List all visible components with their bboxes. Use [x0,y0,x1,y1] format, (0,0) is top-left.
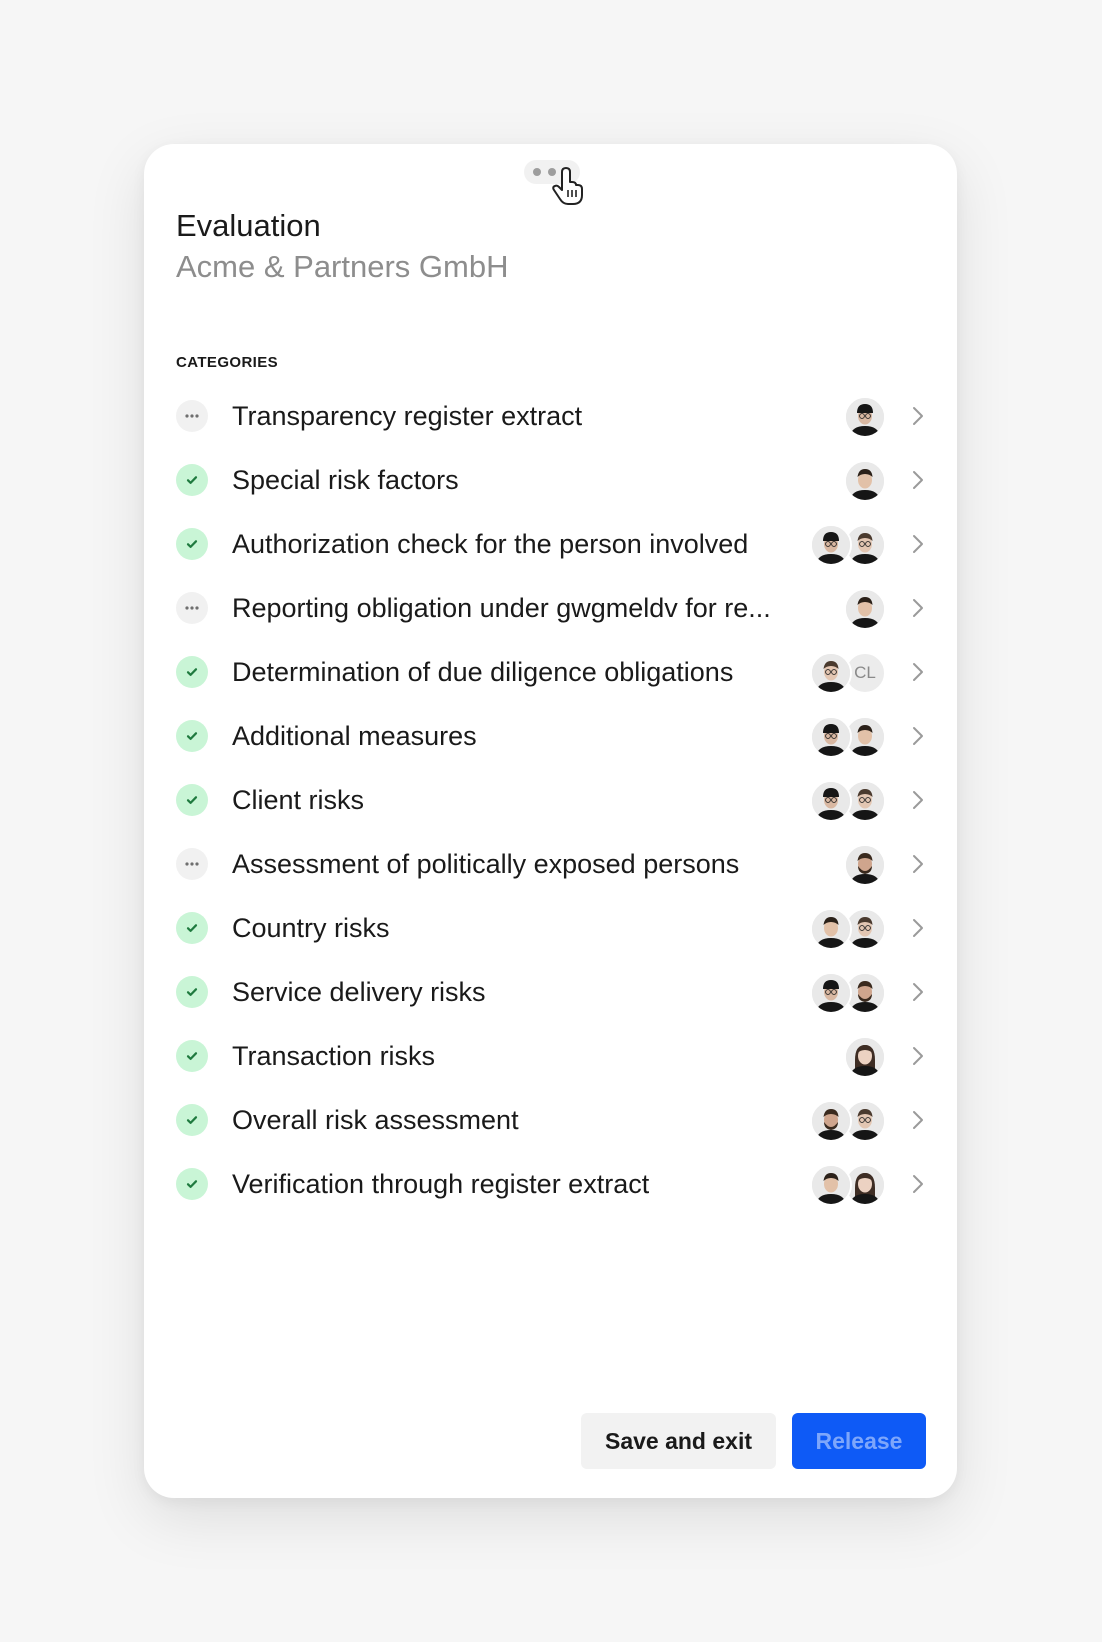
avatar [844,460,886,502]
assignee-avatars: CL [810,652,886,694]
save-and-exit-button[interactable]: Save and exit [581,1413,776,1469]
chevron-right-icon[interactable] [906,1108,930,1132]
category-label: Client risks [232,785,365,815]
category-row[interactable]: Transparency register extract [176,384,934,448]
assignee-avatars [810,1100,886,1142]
chevron-right-icon[interactable] [906,468,930,492]
avatar [844,396,886,438]
category-row[interactable]: Determination of due diligence obligatio… [176,640,934,704]
avatar [810,780,852,822]
category-row[interactable]: Verification through register extract [176,1152,934,1216]
chevron-right-icon[interactable] [906,660,930,684]
category-row[interactable]: Reporting obligation under gwgmeldv for … [176,576,934,640]
check-icon [176,976,208,1008]
category-list: Transparency register extract Special ris… [176,384,934,1216]
check-icon [176,1040,208,1072]
chevron-right-icon[interactable] [906,1172,930,1196]
ellipsis-icon [176,848,208,880]
category-label: Determination of due diligence obligatio… [232,657,734,687]
chevron-right-icon[interactable] [906,1044,930,1068]
avatar [844,588,886,630]
avatar [810,652,852,694]
page-title: Evaluation [176,208,321,243]
ellipsis-icon [176,400,208,432]
avatar [844,844,886,886]
check-icon [176,1168,208,1200]
assignee-avatars [844,460,886,502]
category-label: Transparency register extract [232,401,583,431]
category-label: Service delivery risks [232,977,486,1007]
chevron-right-icon[interactable] [906,788,930,812]
category-label: Authorization check for the person invol… [232,529,749,559]
category-row[interactable]: Country risks [176,896,934,960]
chevron-right-icon[interactable] [906,532,930,556]
avatar [844,1036,886,1078]
chevron-right-icon[interactable] [906,916,930,940]
assignee-avatars [810,780,886,822]
check-icon [176,720,208,752]
category-row[interactable]: Transaction risks [176,1024,934,1088]
chevron-right-icon[interactable] [906,404,930,428]
assignee-avatars [844,396,886,438]
category-label: Reporting obligation under gwgmeldv for … [232,593,771,623]
release-button[interactable]: Release [792,1413,926,1469]
chevron-right-icon[interactable] [906,980,930,1004]
avatar [810,1100,852,1142]
assignee-avatars [810,1164,886,1206]
category-label: Additional measures [232,721,477,751]
assignee-avatars [844,1036,886,1078]
category-row[interactable]: Overall risk assessment [176,1088,934,1152]
assignee-avatars [810,908,886,950]
avatar [810,1164,852,1206]
assignee-avatars [844,588,886,630]
check-icon [176,912,208,944]
category-label: Assessment of politically exposed person… [232,849,740,879]
category-label: Special risk factors [232,465,459,495]
chevron-right-icon[interactable] [906,852,930,876]
assignee-avatars [844,844,886,886]
check-icon [176,656,208,688]
ellipsis-icon [176,592,208,624]
check-icon [176,528,208,560]
category-row[interactable]: Special risk factors [176,448,934,512]
category-label: Verification through register extract [232,1169,650,1199]
chevron-right-icon[interactable] [906,724,930,748]
avatar [810,716,852,758]
hand-cursor-icon [552,167,583,205]
page-subtitle: Acme & Partners GmbH [176,249,509,284]
avatar [810,524,852,566]
category-label: Country risks [232,913,390,943]
category-row[interactable]: Service delivery risks [176,960,934,1024]
evaluation-panel: Evaluation Acme & Partners GmbH CATEGORI… [144,144,957,1498]
avatar [810,972,852,1014]
check-icon [176,784,208,816]
avatar [810,908,852,950]
category-row[interactable]: Authorization check for the person invol… [176,512,934,576]
category-row[interactable]: Additional measures [176,704,934,768]
assignee-avatars [810,524,886,566]
assignee-avatars [810,972,886,1014]
category-row[interactable]: Client risks [176,768,934,832]
category-label: Transaction risks [232,1041,436,1071]
categories-heading: CATEGORIES [176,354,279,371]
assignee-avatars [810,716,886,758]
category-label: Overall risk assessment [232,1105,519,1135]
check-icon [176,464,208,496]
chevron-right-icon[interactable] [906,596,930,620]
category-row[interactable]: Assessment of politically exposed person… [176,832,934,896]
check-icon [176,1104,208,1136]
